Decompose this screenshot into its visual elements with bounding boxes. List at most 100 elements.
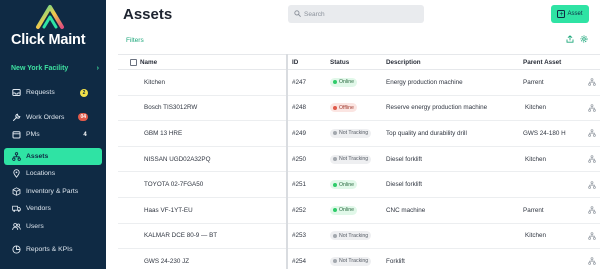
asset-description: Top quality and durability drill bbox=[386, 129, 467, 137]
asset-id: #248 bbox=[292, 104, 307, 112]
column-divider[interactable] bbox=[286, 54, 288, 269]
parent-asset[interactable]: Kitchen bbox=[525, 96, 546, 121]
table-row[interactable]: TOYOTA 02-7FGA50 #251 Online Diesel forklif… bbox=[118, 172, 600, 198]
sidebar-item-work-orders[interactable]: Work Orders 04 bbox=[4, 109, 102, 127]
location-pin-icon bbox=[12, 169, 21, 179]
asset-name[interactable]: Haas VF-1YT-EU bbox=[144, 198, 193, 223]
asset-name[interactable]: NISSAN UGD02A32PQ bbox=[144, 147, 211, 172]
asset-id: #253 bbox=[292, 232, 307, 240]
table-row[interactable]: NISSAN UGD02A32PQ #250 Not Tracking Diesel … bbox=[118, 147, 600, 173]
parent-asset[interactable]: Kitchen bbox=[525, 147, 546, 172]
column-header-id[interactable]: ID bbox=[292, 55, 298, 69]
sidebar-item-assets[interactable]: Assets bbox=[4, 147, 102, 165]
box-icon bbox=[12, 187, 21, 196]
gear-icon[interactable] bbox=[580, 35, 588, 45]
status-label: Not Tracking bbox=[339, 258, 369, 265]
facility-selector[interactable]: New York Facility › bbox=[11, 65, 99, 72]
sidebar-item-label: Requests bbox=[26, 89, 55, 97]
parent-asset[interactable]: Kitchen bbox=[525, 224, 546, 249]
table-row[interactable]: Bosch TIS3012RW #248 Offline Reserve energy… bbox=[118, 96, 600, 122]
truck-icon bbox=[12, 204, 21, 213]
app-logo[interactable]: Click Maint bbox=[10, 4, 100, 50]
status-label: Online bbox=[339, 207, 354, 214]
column-header-description[interactable]: Description bbox=[386, 55, 421, 69]
sidebar-item-pms[interactable]: PMs 4 bbox=[4, 126, 102, 144]
table-row[interactable]: KALMAR DCE 80-9 — BT #253 Not Tracking Kitc… bbox=[118, 224, 600, 250]
parent-asset[interactable]: Parrent bbox=[523, 198, 544, 223]
status-badge: Online bbox=[330, 70, 357, 95]
pms-count-badge: 4 bbox=[83, 131, 87, 138]
hierarchy-icon[interactable] bbox=[588, 224, 596, 249]
sidebar-item-users[interactable]: Users bbox=[4, 218, 102, 236]
chevron-right-icon: › bbox=[96, 65, 99, 72]
hierarchy-icon[interactable] bbox=[588, 96, 596, 121]
table-row[interactable]: GWS 24-230 JZ #254 Not Tracking Forklift bbox=[118, 249, 600, 269]
asset-id: #247 bbox=[292, 78, 307, 86]
status-dot-icon bbox=[333, 182, 337, 187]
export-icon[interactable] bbox=[566, 35, 574, 45]
status-dot-icon bbox=[333, 157, 337, 162]
status-badge: Offline bbox=[330, 96, 357, 121]
asset-description: Diesel forklift bbox=[386, 181, 423, 189]
status-badge: Not Tracking bbox=[330, 224, 372, 249]
hierarchy-icon[interactable] bbox=[588, 121, 596, 146]
asset-description: CNC machine bbox=[386, 206, 426, 214]
status-label: Online bbox=[339, 79, 354, 86]
work-orders-count-badge: 04 bbox=[78, 113, 88, 121]
asset-name[interactable]: Kitchen bbox=[144, 70, 165, 95]
wrench-icon bbox=[12, 113, 21, 122]
hierarchy-icon[interactable] bbox=[588, 172, 596, 197]
status-dot-icon bbox=[333, 208, 337, 213]
asset-description: Energy production machine bbox=[386, 78, 463, 86]
hierarchy-icon[interactable] bbox=[588, 147, 596, 172]
logo-mark-icon bbox=[36, 5, 64, 29]
table-row[interactable]: GBM 13 HRE #249 Not Tracking Top quality an… bbox=[118, 121, 600, 147]
status-badge: Online bbox=[330, 172, 357, 197]
asset-id: #250 bbox=[292, 155, 307, 163]
hierarchy-icon[interactable] bbox=[588, 70, 596, 95]
status-dot-icon bbox=[333, 105, 337, 110]
asset-name[interactable]: GWS 24-230 JZ bbox=[144, 249, 189, 269]
add-asset-button[interactable]: + Asset bbox=[551, 5, 589, 23]
status-dot-icon bbox=[333, 259, 337, 264]
select-all-checkbox[interactable] bbox=[130, 55, 137, 69]
status-label: Offline bbox=[339, 104, 354, 111]
add-asset-label: Asset bbox=[567, 11, 583, 17]
assets-table: Name ID Status Description Parent Asset … bbox=[118, 54, 600, 269]
parent-asset[interactable]: GWS 24-180 H bbox=[523, 121, 566, 146]
column-header-name[interactable]: Name bbox=[140, 55, 157, 69]
asset-name[interactable]: KALMAR DCE 80-9 — BT bbox=[144, 224, 217, 249]
table-row[interactable]: Kitchen #247 Online Energy production machi… bbox=[118, 70, 600, 96]
status-dot-icon bbox=[333, 80, 337, 85]
sidebar-item-label: Inventory & Parts bbox=[26, 187, 79, 195]
hierarchy-icon[interactable] bbox=[588, 249, 596, 269]
sidebar-item-reports[interactable]: Reports & KPIs bbox=[4, 241, 102, 259]
status-badge: Online bbox=[330, 198, 357, 223]
status-badge: Not Tracking bbox=[330, 121, 372, 146]
sidebar-item-requests[interactable]: Requests 2 bbox=[4, 84, 102, 102]
column-header-status[interactable]: Status bbox=[330, 55, 349, 69]
sidebar-item-inventory[interactable]: Inventory & Parts bbox=[4, 183, 102, 201]
inbox-icon bbox=[12, 88, 21, 97]
asset-id: #251 bbox=[292, 181, 307, 189]
asset-name[interactable]: Bosch TIS3012RW bbox=[144, 96, 197, 121]
sidebar-item-label: Locations bbox=[26, 170, 56, 178]
sidebar-item-vendors[interactable]: Vendors bbox=[4, 200, 102, 218]
table-row[interactable]: Haas VF-1YT-EU #252 Online CNC machine Parre… bbox=[118, 198, 600, 224]
toolbar-icons bbox=[566, 35, 588, 45]
status-badge: Not Tracking bbox=[330, 249, 372, 269]
asset-name[interactable]: TOYOTA 02-7FGA50 bbox=[144, 172, 203, 197]
search-input[interactable]: Search bbox=[288, 5, 424, 23]
search-placeholder: Search bbox=[304, 10, 325, 18]
asset-description: Reserve energy production machine bbox=[386, 104, 488, 112]
sidebar-item-locations[interactable]: Locations bbox=[4, 165, 102, 183]
sidebar: Click Maint New York Facility › Requests… bbox=[0, 0, 106, 269]
sidebar-item-label: Vendors bbox=[26, 205, 51, 213]
asset-name[interactable]: GBM 13 HRE bbox=[144, 121, 182, 146]
column-header-parent[interactable]: Parent Asset bbox=[523, 55, 561, 69]
asset-description: Forklift bbox=[386, 257, 405, 265]
hierarchy-icon[interactable] bbox=[588, 198, 596, 223]
filters-button[interactable]: Filters bbox=[126, 37, 144, 44]
sidebar-item-label: Work Orders bbox=[26, 113, 65, 121]
parent-asset[interactable]: Parrent bbox=[523, 70, 544, 95]
